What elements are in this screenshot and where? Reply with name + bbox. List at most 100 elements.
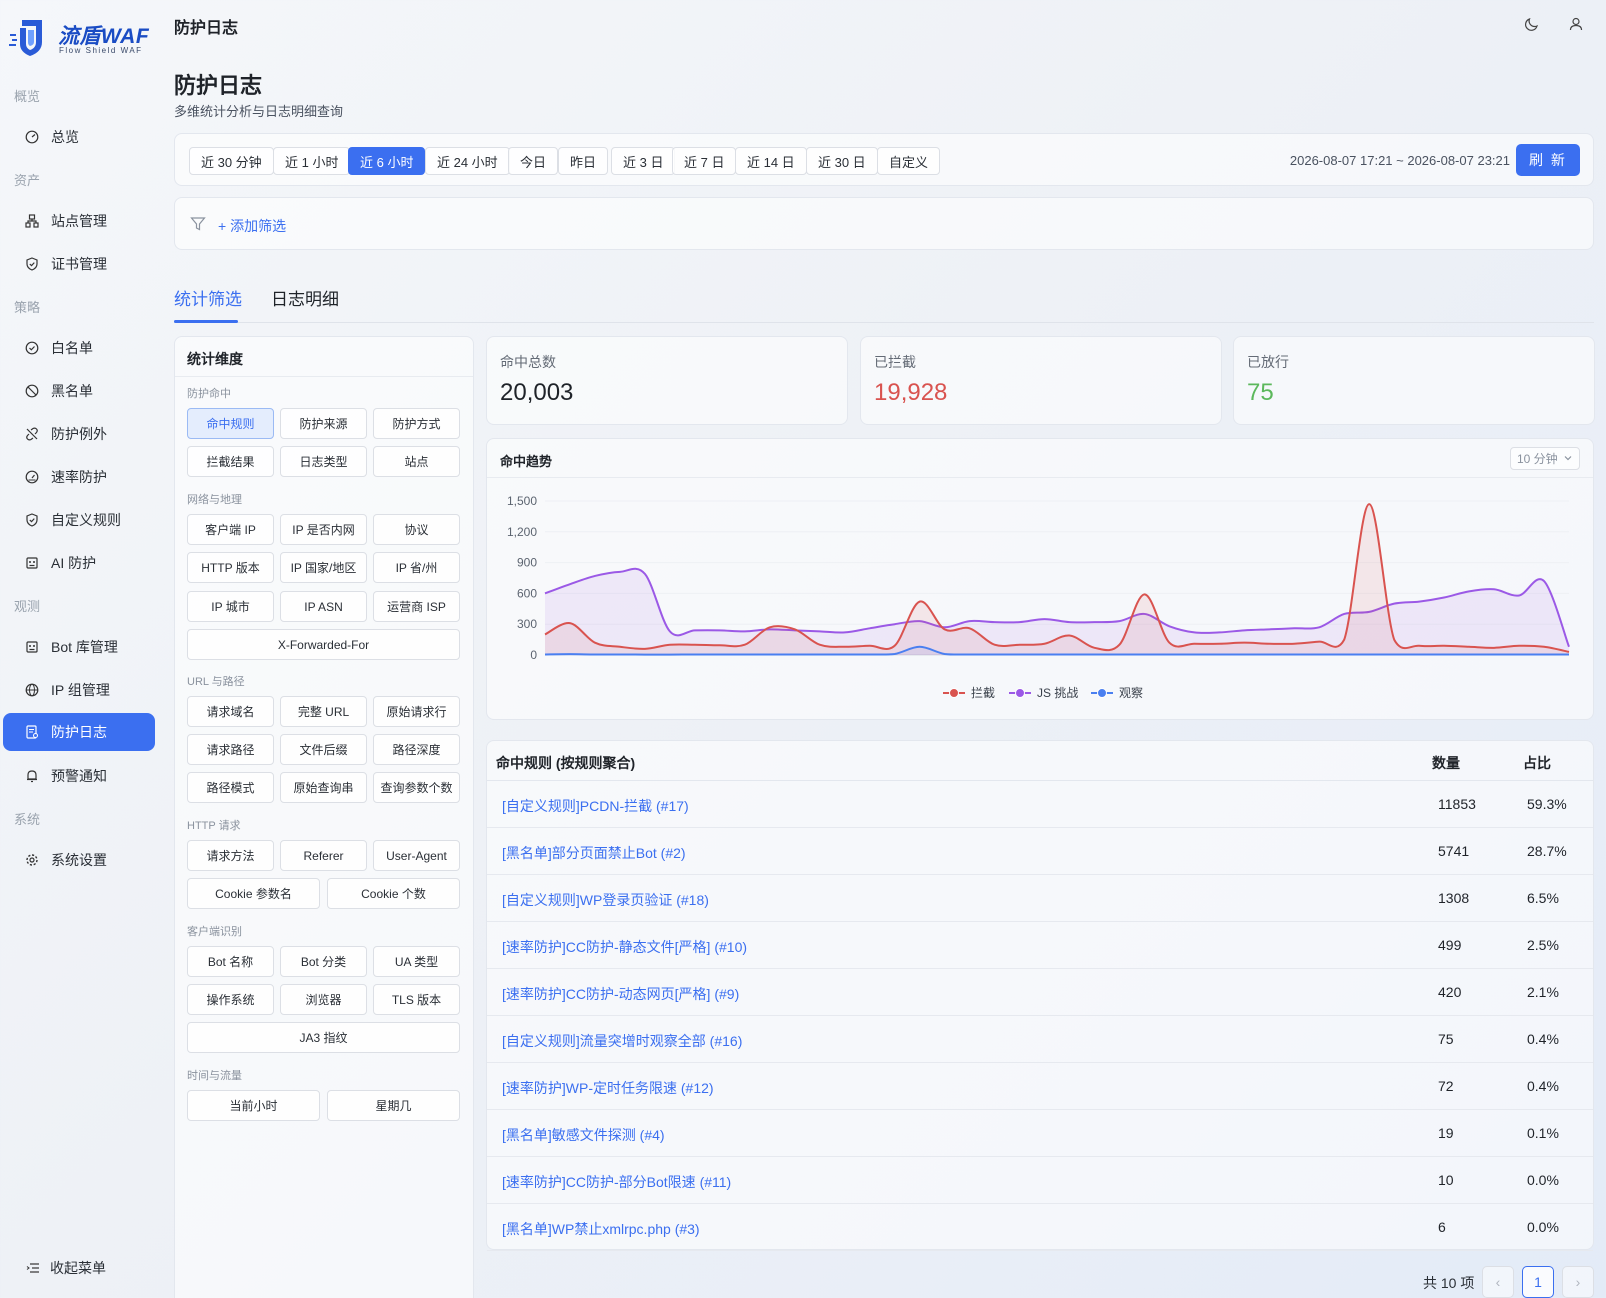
rule-link[interactable]: [速率防护]CC防护-动态网页[严格] (#9) [502, 984, 739, 1004]
dim-button[interactable]: 运营商 ISP [373, 591, 460, 622]
column-header-percent[interactable]: 占比 [1523, 753, 1551, 773]
legend-item[interactable]: 拦截 [943, 686, 995, 700]
tab-statistics[interactable]: 统计筛选 [174, 285, 242, 310]
rule-link[interactable]: [黑名单]敏感文件探测 (#4) [502, 1125, 665, 1145]
dim-button[interactable]: 防护来源 [280, 408, 367, 439]
dim-button[interactable]: 防护方式 [373, 408, 460, 439]
table-row: [速率防护]CC防护-静态文件[严格] (#10) 499 2.5% [487, 922, 1593, 969]
dim-button[interactable]: 请求路径 [187, 734, 274, 765]
range-1h-button[interactable]: 近 1 小时 [273, 147, 351, 175]
user-icon[interactable] [1566, 14, 1586, 34]
sidebar-item-protection-logs[interactable]: 防护日志 [3, 713, 155, 751]
interval-select[interactable]: 10 分钟 [1510, 447, 1580, 470]
brand-logo[interactable]: 流盾WAF Flow Shield WAF [8, 14, 158, 58]
rule-link[interactable]: [自定义规则]PCDN-拦截 (#17) [502, 796, 689, 816]
dim-button[interactable]: 请求方法 [187, 840, 274, 871]
refresh-button[interactable]: 刷 新 [1516, 144, 1580, 176]
sidebar-item-sites[interactable]: 站点管理 [3, 202, 155, 240]
dim-button[interactable]: X-Forwarded-For [187, 629, 460, 660]
dim-button[interactable]: 路径模式 [187, 772, 274, 803]
dim-button[interactable]: 拦截结果 [187, 446, 274, 477]
sidebar-item-overview[interactable]: 总览 [3, 118, 155, 156]
sidebar-item-rate-limit[interactable]: 速率防护 [3, 458, 155, 496]
range-24h-button[interactable]: 近 24 小时 [425, 147, 510, 175]
dim-button[interactable]: IP 城市 [187, 591, 274, 622]
rule-count: 11853 [1438, 796, 1476, 812]
sidebar-item-exceptions[interactable]: 防护例外 [3, 415, 155, 453]
sidebar-item-ip-groups[interactable]: IP 组管理 [3, 671, 155, 709]
rule-link[interactable]: [速率防护]CC防护-静态文件[严格] (#10) [502, 937, 747, 957]
legend-item[interactable]: JS 挑战 [1009, 686, 1078, 700]
moon-icon[interactable] [1522, 14, 1542, 34]
dim-button[interactable]: JA3 指纹 [187, 1022, 460, 1053]
dim-button[interactable]: Bot 分类 [280, 946, 367, 977]
trend-card: 命中趋势 10 分钟 0 300 600 900 1,200 1,500 拦截 JS 挑战 观察 [486, 438, 1594, 720]
dim-button[interactable]: 日志类型 [280, 446, 367, 477]
rule-link[interactable]: [速率防护]WP-定时任务限速 (#12) [502, 1078, 714, 1098]
dim-button[interactable]: 客户端 IP [187, 514, 274, 545]
sidebar-item-certificates[interactable]: 证书管理 [3, 245, 155, 283]
dim-button[interactable]: Cookie 个数 [327, 878, 460, 909]
dim-button[interactable]: IP ASN [280, 591, 367, 622]
sidebar-item-alerts[interactable]: 预警通知 [3, 757, 155, 795]
add-filter-button[interactable]: + 添加筛选 [218, 216, 286, 236]
dim-button[interactable]: User-Agent [373, 840, 460, 871]
dim-button[interactable]: 当前小时 [187, 1090, 320, 1121]
sidebar-item-whitelist[interactable]: 白名单 [3, 329, 155, 367]
dim-button[interactable]: Referer [280, 840, 367, 871]
rule-link[interactable]: [自定义规则]WP登录页验证 (#18) [502, 890, 709, 910]
dim-button[interactable]: 操作系统 [187, 984, 274, 1015]
sidebar-item-ai-protection[interactable]: AI 防护 [3, 544, 155, 582]
range-30m-button[interactable]: 近 30 分钟 [189, 147, 274, 175]
check-circle-icon [25, 341, 39, 355]
dim-button[interactable]: IP 省/州 [373, 552, 460, 583]
column-header-count[interactable]: 数量 [1432, 753, 1460, 773]
range-30d-button[interactable]: 近 30 日 [806, 147, 878, 175]
range-14d-button[interactable]: 近 14 日 [735, 147, 807, 175]
dim-button[interactable]: 协议 [373, 514, 460, 545]
dim-button[interactable]: 原始请求行 [373, 696, 460, 727]
stat-value: 19,928 [874, 379, 948, 406]
range-7d-button[interactable]: 近 7 日 [672, 147, 737, 175]
range-6h-button[interactable]: 近 6 小时 [348, 147, 426, 175]
dim-button[interactable]: 查询参数个数 [373, 772, 460, 803]
rule-link[interactable]: [黑名单]WP禁止xmlrpc.php (#3) [502, 1219, 700, 1239]
rule-link[interactable]: [速率防护]CC防护-部分Bot限速 (#11) [502, 1172, 731, 1192]
sidebar-item-custom-rules[interactable]: 自定义规则 [3, 501, 155, 539]
dim-button[interactable]: HTTP 版本 [187, 552, 274, 583]
dim-button[interactable]: 完整 URL [280, 696, 367, 727]
dim-button[interactable]: 命中规则 [187, 408, 274, 439]
dim-button[interactable]: 请求域名 [187, 696, 274, 727]
dim-button[interactable]: 站点 [373, 446, 460, 477]
pagination-next-button[interactable]: › [1562, 1266, 1594, 1298]
sidebar-item-settings[interactable]: 系统设置 [3, 841, 155, 879]
filter-icon [190, 216, 206, 235]
pagination-prev-button[interactable]: ‹ [1482, 1266, 1514, 1298]
collapse-menu-button[interactable]: 收起菜单 [26, 1258, 106, 1278]
dim-button[interactable]: 路径深度 [373, 734, 460, 765]
dim-button[interactable]: Cookie 参数名 [187, 878, 320, 909]
sidebar-item-blacklist[interactable]: 黑名单 [3, 372, 155, 410]
dim-button[interactable]: 星期几 [327, 1090, 460, 1121]
y-tick-label: 1,200 [507, 525, 537, 539]
range-custom-button[interactable]: 自定义 [877, 147, 941, 175]
rule-link[interactable]: [黑名单]部分页面禁止Bot (#2) [502, 843, 686, 863]
range-today-button[interactable]: 今日 [508, 147, 559, 175]
dim-button[interactable]: Bot 名称 [187, 946, 274, 977]
rule-link[interactable]: [自定义规则]流量突增时观察全部 (#16) [502, 1031, 742, 1051]
range-yesterday-button[interactable]: 昨日 [558, 147, 609, 175]
dim-button[interactable]: 浏览器 [280, 984, 367, 1015]
dim-button[interactable]: 文件后缀 [280, 734, 367, 765]
dim-button[interactable]: TLS 版本 [373, 984, 460, 1015]
range-3d-button[interactable]: 近 3 日 [611, 147, 676, 175]
rule-percent: 6.5% [1527, 890, 1559, 906]
tab-log-details[interactable]: 日志明细 [271, 285, 339, 310]
legend-item[interactable]: 观察 [1091, 686, 1143, 700]
dim-button[interactable]: IP 国家/地区 [280, 552, 367, 583]
dim-button[interactable]: IP 是否内网 [280, 514, 367, 545]
dim-button[interactable]: 原始查询串 [280, 772, 367, 803]
stat-value: 20,003 [500, 379, 574, 406]
dim-button[interactable]: UA 类型 [373, 946, 460, 977]
sidebar-item-bot-library[interactable]: Bot 库管理 [3, 628, 155, 666]
pagination-page-1[interactable]: 1 [1522, 1266, 1554, 1298]
